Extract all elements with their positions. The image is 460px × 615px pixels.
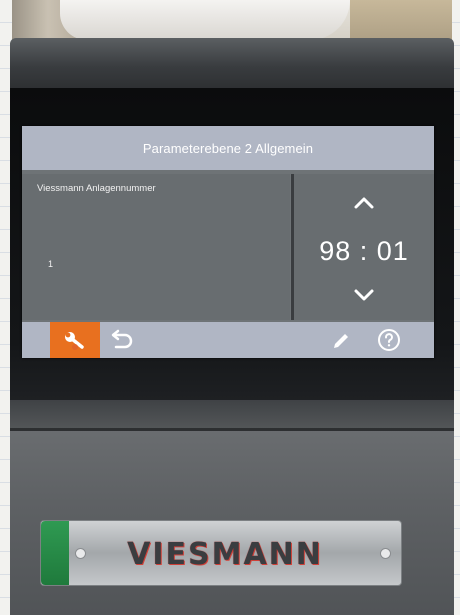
question-mark-icon[interactable] [377, 328, 401, 352]
display-header: Parameterebene 2 Allgemein [22, 126, 434, 170]
wrench-icon [65, 332, 84, 350]
parameter-value: 1 [48, 259, 54, 269]
chevron-down-icon[interactable] [352, 287, 376, 303]
touch-display: Parameterebene 2 Allgemein Viessmann Anl… [22, 126, 434, 358]
brand-plate: VIESMANN [40, 520, 402, 586]
cloth [60, 0, 350, 40]
parameter-code: 98 : 01 [319, 236, 409, 266]
panel-seam [10, 428, 454, 431]
screw [380, 548, 391, 559]
chevron-up-icon[interactable] [352, 194, 376, 210]
brand-logo: VIESMANN [127, 537, 323, 572]
service-button[interactable] [50, 322, 100, 358]
parameter-panel: Viessmann Anlagennummer 1 [22, 174, 290, 320]
back-arrow-icon[interactable] [108, 329, 134, 351]
parameter-name: Viessmann Anlagennummer [37, 183, 156, 194]
pencil-icon[interactable] [330, 330, 352, 352]
photo-scene: Parameterebene 2 Allgemein Viessmann Anl… [0, 0, 460, 615]
page-title: Parameterebene 2 Allgemein [142, 140, 314, 156]
bottom-toolbar [22, 322, 434, 358]
logo-green-stripe [41, 521, 69, 585]
code-panel: 98 : 01 [294, 174, 434, 320]
boiler-ledge [10, 400, 454, 430]
